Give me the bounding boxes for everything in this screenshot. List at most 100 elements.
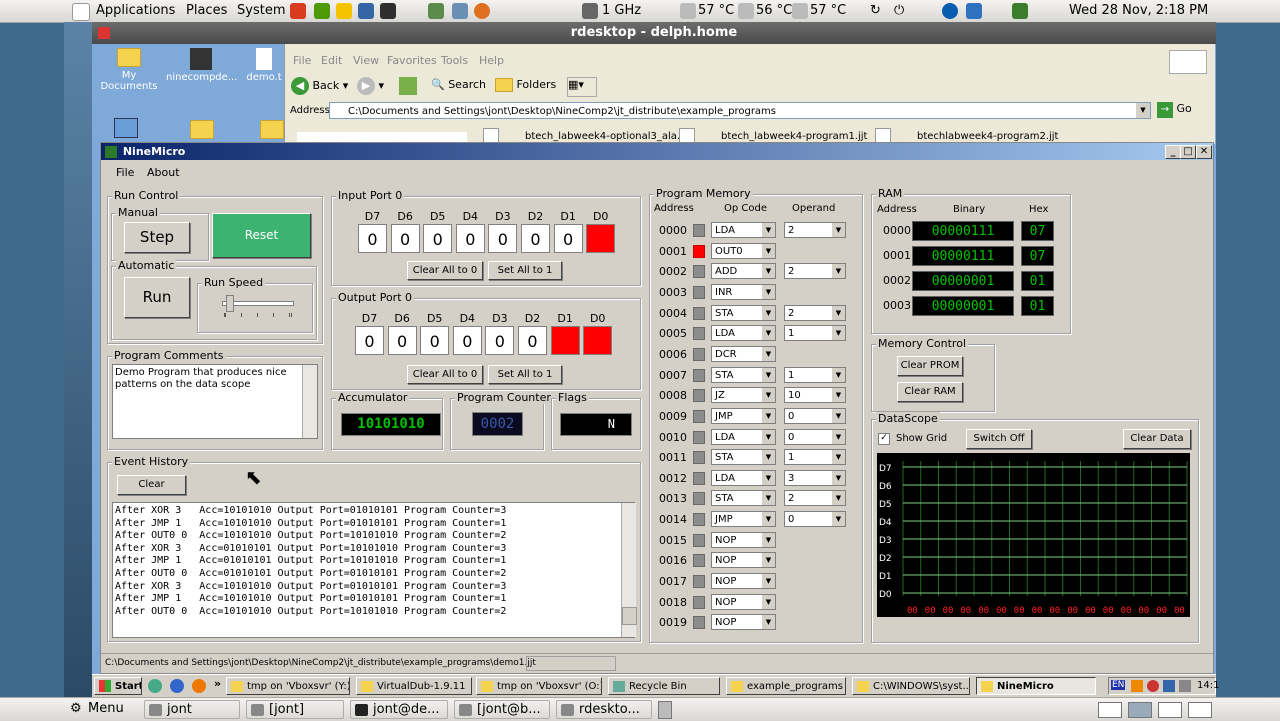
tray-icon[interactable] [1131,680,1143,692]
output-clear-all-button[interactable]: Clear All to 0 [407,365,483,384]
program-comments-textarea[interactable]: Demo Program that produces nice patterns… [112,364,318,439]
bit-toggle[interactable]: 1 [583,326,613,355]
app-launcher-icon[interactable] [336,3,352,19]
pm-opcode-select[interactable]: NOP ▼ [711,573,776,590]
file-item[interactable]: btechlabweek4-program2.jjt [917,131,1058,142]
places-menu[interactable]: Places [186,3,227,18]
pm-operand-select[interactable]: 2 ▼ [784,490,846,507]
quicklaunch-more-icon[interactable]: » [214,677,221,690]
rdesktop-titlebar[interactable]: rdesktop - delph.home [92,22,1216,44]
go-button[interactable]: → Go [1157,102,1192,118]
bit-toggle[interactable]: 0 [455,224,485,253]
bit-toggle[interactable]: 0 [387,326,417,355]
pm-operand-select[interactable]: 0 ▼ [784,428,846,445]
app-launcher-icon[interactable] [290,3,306,19]
bit-toggle[interactable]: 0 [452,326,482,355]
comments-scrollbar[interactable] [302,365,317,438]
start-button[interactable]: Start [94,677,142,695]
window-list-item[interactable]: jont [144,700,240,719]
bit-toggle[interactable]: 0 [420,326,450,355]
taskbar-item[interactable]: VirtualDub-1.9.11 [356,677,472,695]
taskbar-item[interactable]: tmp on 'Vboxsvr' (Y:) [226,677,350,695]
clear-prom-button[interactable]: Clear PROM [897,356,963,376]
bit-toggle[interactable]: 0 [358,224,387,253]
pm-operand-select[interactable]: 0 ▼ [784,407,846,424]
pm-opcode-select[interactable]: LDA ▼ [711,222,776,238]
pm-opcode-select[interactable]: STA ▼ [711,490,776,507]
pm-operand-select[interactable]: 1 ▼ [784,325,846,342]
window-list-item[interactable]: [jont] [246,700,344,719]
pm-operand-select[interactable]: 3 ▼ [784,469,846,486]
pm-operand-select[interactable]: 2 ▼ [784,304,846,321]
refresh-icon[interactable]: ↻ [870,3,881,18]
explorer-menu-tools[interactable]: Tools [441,54,468,67]
pm-opcode-select[interactable]: NOP ▼ [711,593,776,610]
bit-toggle[interactable]: 1 [586,224,616,253]
desktop-icon-folder[interactable] [188,120,216,142]
pm-opcode-select[interactable]: LDA ▼ [711,428,776,445]
chrome-icon[interactable] [148,679,162,693]
file-item[interactable]: btech_labweek4-program1.jjt [721,131,867,142]
input-set-all-button[interactable]: Set All to 1 [488,261,562,280]
terminal-icon[interactable] [380,3,396,19]
slider-thumb[interactable] [226,295,235,312]
bit-toggle[interactable]: 1 [550,326,580,355]
taskbar-item[interactable]: NineMicro [976,677,1096,695]
pm-operand-select[interactable]: 2 ▼ [784,222,846,238]
pm-opcode-select[interactable]: LDA ▼ [711,469,776,486]
desktop-icon-ninecomp[interactable]: ninecompde... [166,48,237,83]
minimize-button[interactable]: _ [1165,145,1181,159]
menu-about[interactable]: About [147,166,180,179]
pm-operand-select[interactable]: 2 ▼ [784,263,846,280]
search-button[interactable]: 🔍 Search [431,78,486,91]
taskbar-item[interactable]: tmp on 'Vboxsvr' (O:) [476,677,602,695]
bit-toggle[interactable]: 0 [390,224,420,253]
workspace-1[interactable] [1098,702,1122,718]
explorer-menu-edit[interactable]: Edit [321,54,342,67]
folders-button[interactable]: Folders [495,78,556,92]
window-list-item[interactable]: [jont@b... [454,700,550,719]
window-menu-icon[interactable] [98,27,110,39]
firefox-icon[interactable] [474,3,490,19]
taskbar-item[interactable]: C:\WINDOWS\syst... [852,677,970,695]
run-button[interactable]: Run [124,277,190,318]
desktop-icon-my-documents[interactable]: My Documents [96,48,162,92]
file-item[interactable]: btech_labweek4-optional3_ala... [525,131,686,142]
pm-opcode-select[interactable]: INR ▼ [711,283,776,300]
bit-toggle[interactable]: 0 [521,224,550,253]
bit-toggle[interactable]: 0 [355,326,384,355]
bit-toggle[interactable]: 0 [553,224,583,253]
run-speed-slider[interactable] [222,295,294,312]
desktop-icon-computer[interactable] [114,118,142,138]
taskbar-item[interactable]: example_programs [726,677,846,695]
show-grid-checkbox[interactable]: ✓ [878,433,890,445]
pm-operand-select[interactable]: 1 ▼ [784,366,846,383]
trash-icon[interactable] [658,701,672,719]
desktop-icon-folder[interactable] [258,120,286,142]
window-list-item[interactable]: rdeskto... [556,700,652,719]
pm-operand-select[interactable]: 1 ▼ [784,449,846,466]
pm-opcode-select[interactable]: STA ▼ [711,304,776,321]
address-dropdown-arrow[interactable]: ▼ [1136,103,1150,118]
language-indicator[interactable]: EN [1111,680,1126,690]
app-launcher-icon[interactable] [452,3,468,19]
event-history-scrollbar[interactable] [621,503,637,637]
tray-icon[interactable] [1163,680,1175,692]
pm-opcode-select[interactable]: STA ▼ [711,449,776,466]
taskbar-item[interactable]: Recycle Bin [608,677,720,695]
step-button[interactable]: Step [124,222,190,253]
workspace-2[interactable] [1128,702,1152,718]
up-folder-icon[interactable] [399,77,417,95]
applications-menu[interactable]: Applications [96,3,175,18]
app-launcher-icon[interactable] [428,3,444,19]
pm-opcode-select[interactable]: JMP ▼ [711,511,776,528]
workspace-3[interactable] [1158,702,1182,718]
system-menu[interactable]: System [237,3,285,18]
ninemicro-titlebar[interactable]: NineMicro _ □ ✕ [101,143,1213,160]
window-list-item[interactable]: jont@de... [350,700,448,719]
app-launcher-icon[interactable] [314,3,330,19]
pm-opcode-select[interactable]: NOP ▼ [711,552,776,569]
back-button[interactable]: ◀ Back ▾ [291,77,348,95]
pm-opcode-select[interactable]: LDA ▼ [711,325,776,342]
power-icon[interactable]: ⏻ [894,3,904,18]
